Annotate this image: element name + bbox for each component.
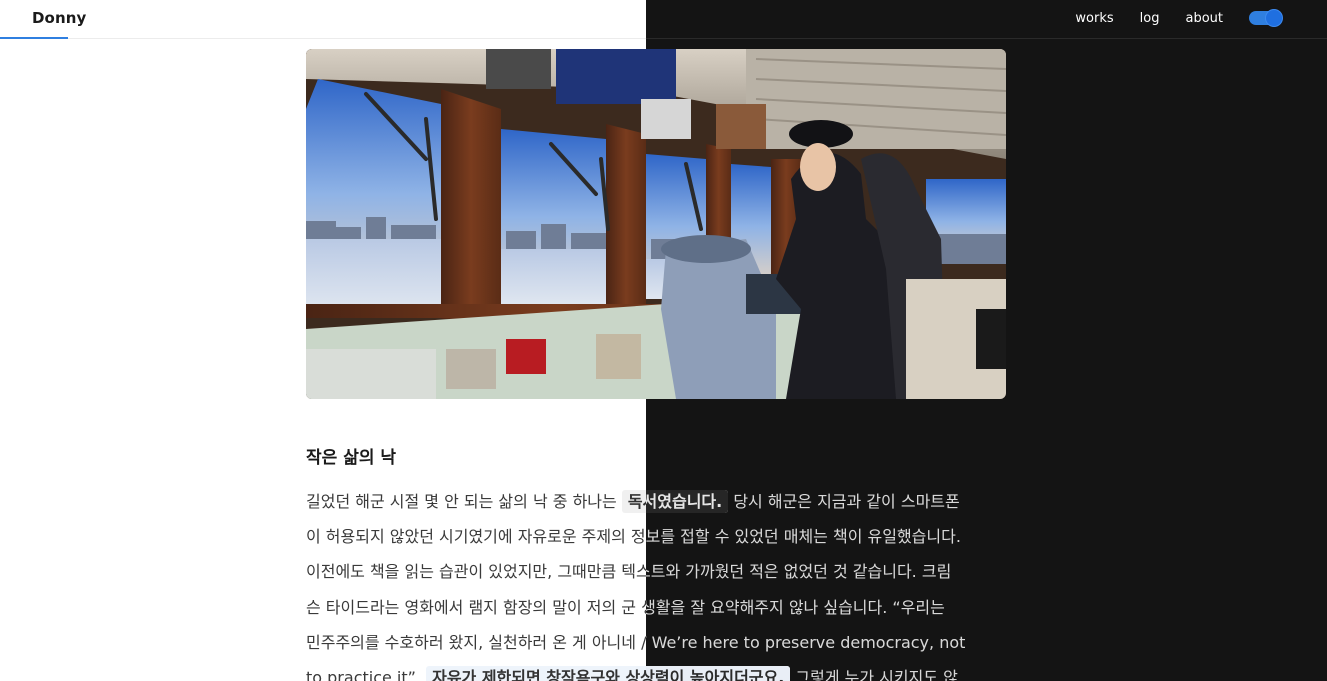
- main-nav: works log about: [1075, 0, 1282, 36]
- line-text: to practice it”.: [306, 668, 427, 681]
- nav-about[interactable]: about: [1185, 11, 1223, 26]
- theme-toggle[interactable]: [1249, 10, 1282, 26]
- site-header: Donny works log about: [0, 0, 1327, 38]
- nav-works[interactable]: works: [1075, 11, 1113, 26]
- active-nav-indicator: [0, 37, 68, 39]
- header-divider-right: [646, 38, 1327, 39]
- photo-illustration: [306, 49, 1006, 399]
- nav-log[interactable]: log: [1140, 11, 1160, 26]
- header-divider-left: [0, 38, 646, 39]
- ship-bridge-photo: [306, 49, 1006, 399]
- toggle-knob: [1266, 10, 1282, 26]
- site-logo[interactable]: Donny: [32, 9, 86, 27]
- line-text: 길었던 해군 시절 몇 안 되는 삶의 낙 중 하나는: [306, 492, 622, 511]
